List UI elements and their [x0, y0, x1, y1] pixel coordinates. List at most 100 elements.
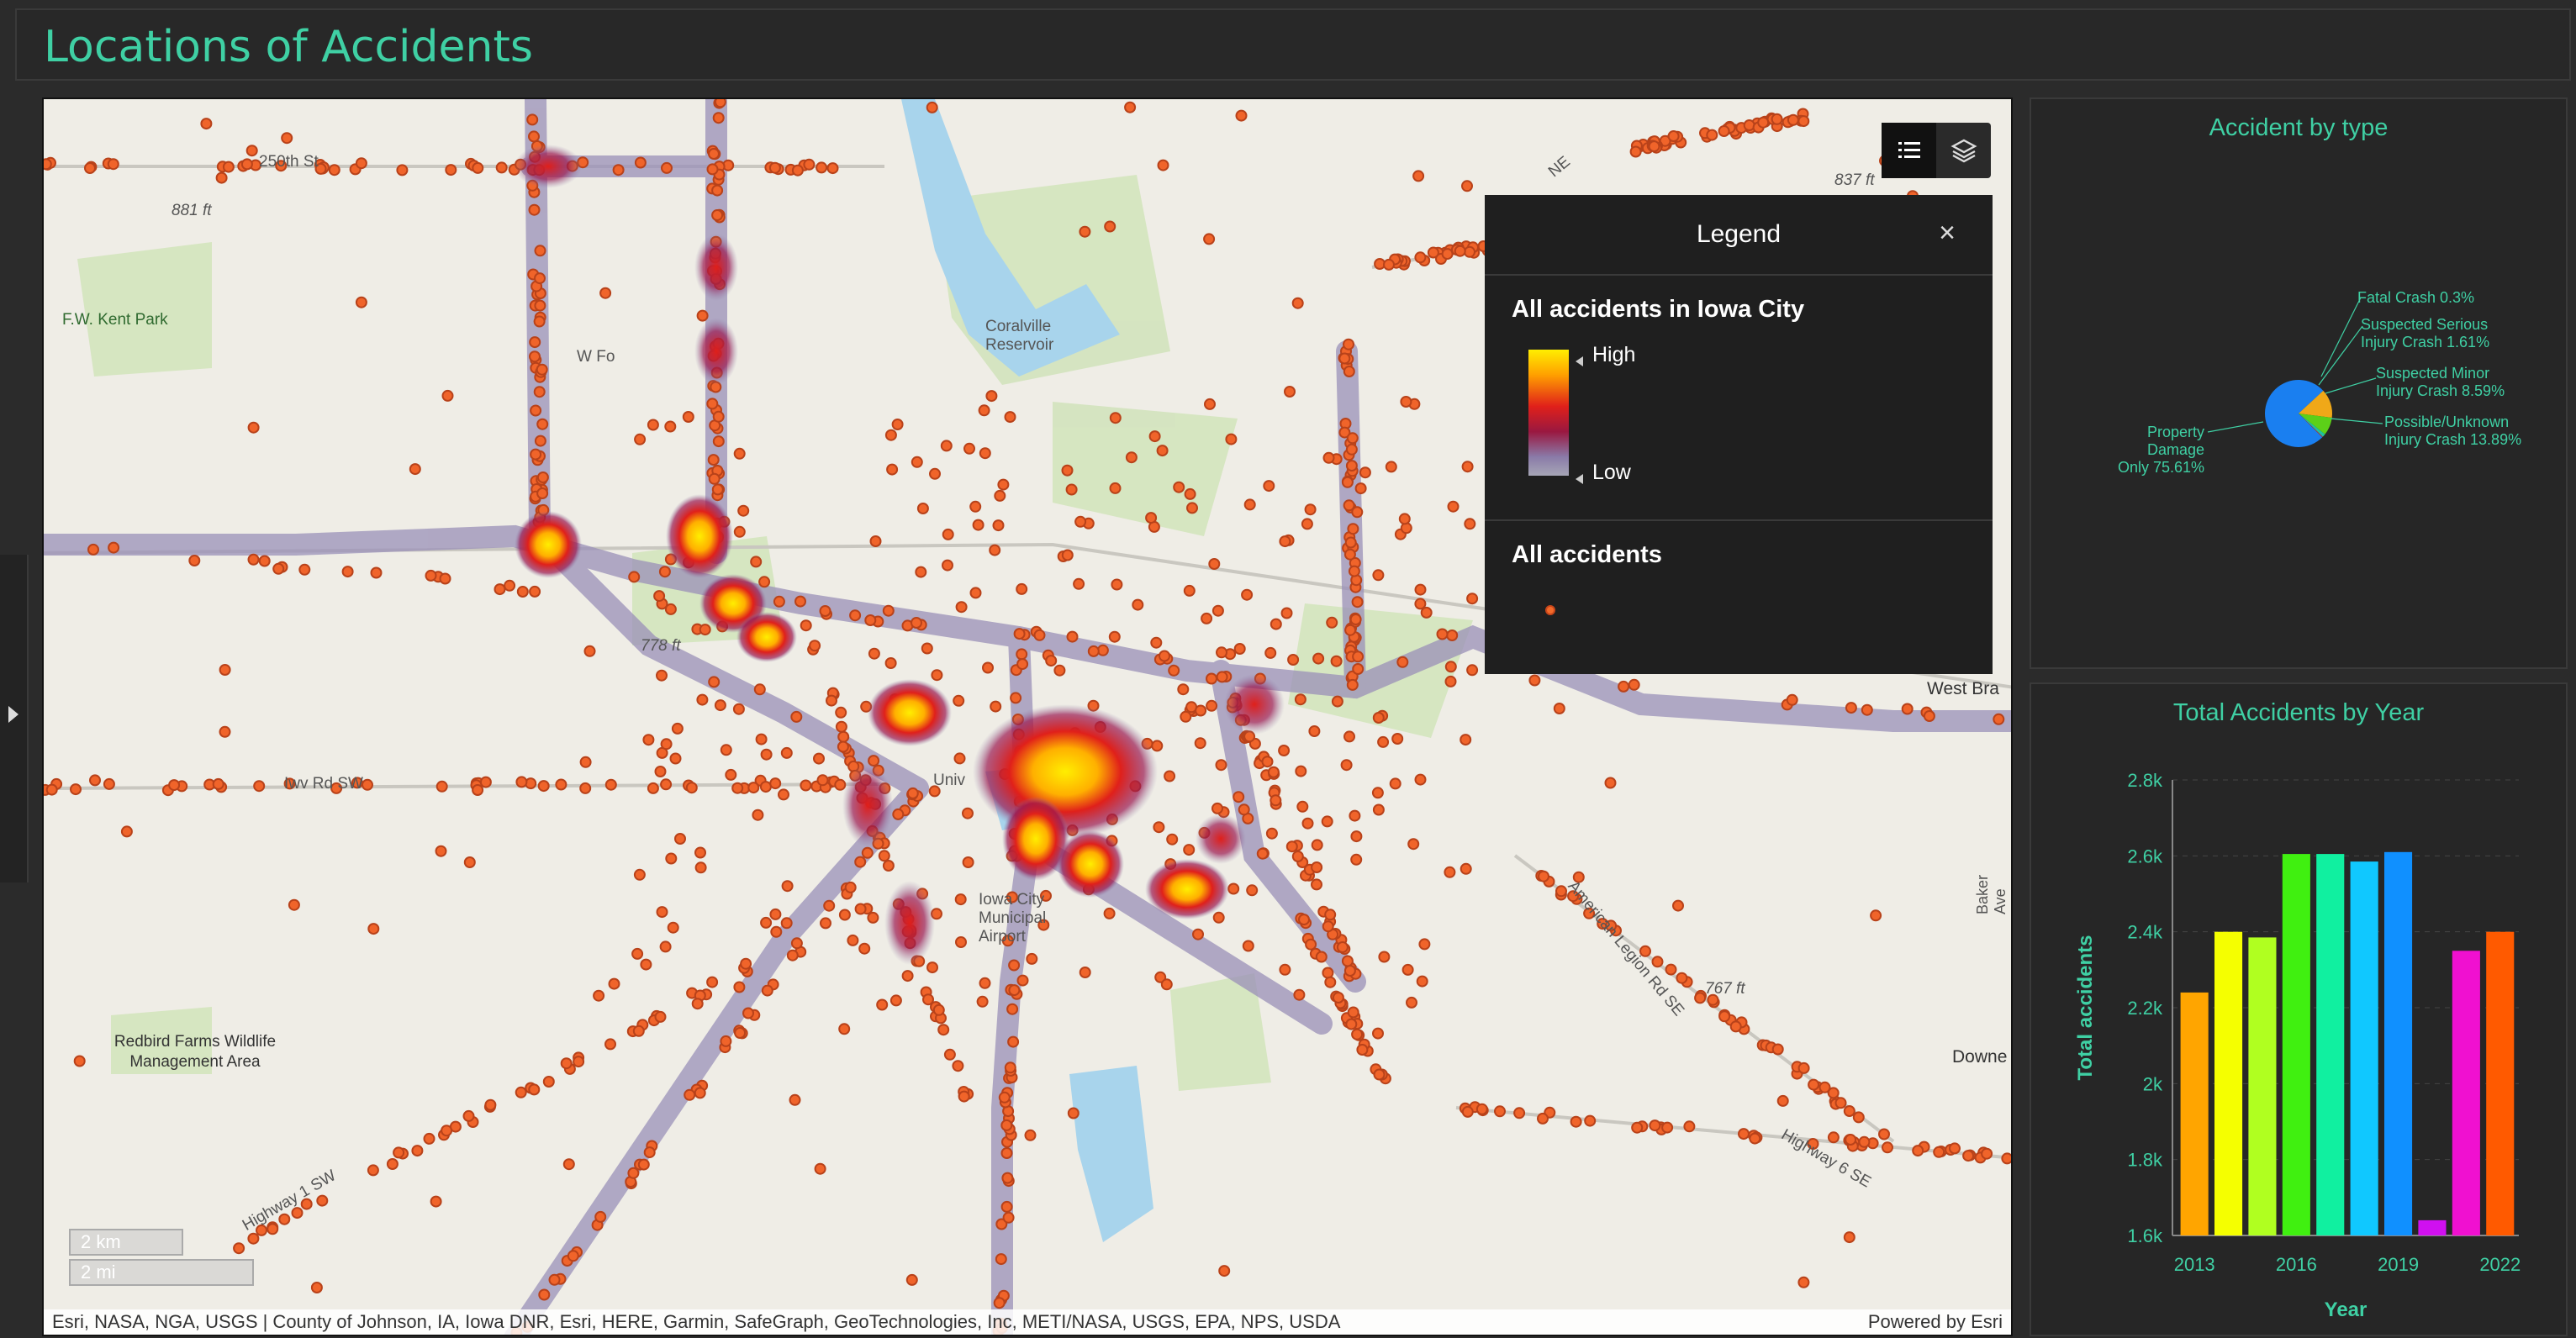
accident-point: [992, 519, 1005, 532]
accident-point: [355, 157, 367, 170]
accident-point: [516, 586, 529, 598]
pie-leader-line: [2325, 377, 2377, 394]
powered-by-link[interactable]: Powered by Esri: [1868, 1309, 2003, 1335]
accident-point: [826, 162, 839, 175]
accident-point: [1378, 951, 1391, 963]
accident-point: [835, 720, 847, 733]
accident-point: [954, 893, 967, 906]
accident-point: [536, 363, 548, 376]
map-label-wildlife-area: Redbird Farms Wildlife Management Area: [113, 1033, 277, 1071]
accident-point: [714, 699, 726, 712]
accident-point: [1391, 733, 1404, 745]
accident-point: [800, 619, 812, 632]
ramp-pointer-icon: [1576, 356, 1583, 366]
accident-point: [1718, 125, 1730, 137]
accident-point: [1293, 988, 1306, 1001]
accident-point: [759, 781, 772, 793]
map-label-road: W Fo: [577, 348, 615, 366]
accident-point: [712, 435, 725, 448]
x-axis-label: Year: [2325, 1298, 2367, 1321]
accident-point: [1326, 616, 1338, 629]
accident-point: [608, 977, 620, 990]
accident-point: [529, 350, 541, 363]
accident-point: [1344, 624, 1357, 636]
accident-point: [267, 1223, 279, 1235]
accident-point: [530, 448, 542, 461]
accident-point: [288, 898, 300, 911]
accident-point: [789, 1093, 801, 1106]
accident-point: [1528, 674, 1541, 687]
accident-point: [1346, 678, 1359, 691]
map-label-road: Iwv Rd SW: [284, 775, 363, 793]
accident-point: [1008, 959, 1021, 972]
accident-point: [1407, 838, 1420, 851]
point-symbol-icon: [1545, 605, 1555, 615]
accident-point: [1827, 1131, 1840, 1144]
accident-point: [823, 899, 836, 912]
accident-point: [1340, 759, 1353, 772]
accident-point: [714, 99, 726, 108]
scalebar: 2 km 2 mi: [69, 1229, 254, 1289]
accident-point: [750, 556, 763, 568]
accident-point: [555, 778, 567, 791]
side-panel-toggle[interactable]: [0, 555, 29, 882]
accident-point: [1416, 975, 1428, 988]
close-icon[interactable]: ×: [1939, 217, 1956, 250]
accident-point: [978, 404, 990, 417]
accident-point: [1843, 1231, 1855, 1244]
accident-point: [1819, 1081, 1831, 1093]
accident-point: [1870, 909, 1882, 922]
accident-point: [1771, 1043, 1784, 1056]
accident-point: [969, 587, 982, 599]
accident-point: [781, 880, 794, 893]
accident-point: [1797, 1061, 1810, 1074]
accident-point: [1008, 984, 1021, 997]
accident-point: [599, 287, 612, 299]
accident-point: [1787, 113, 1799, 126]
map-label-airport: Iowa City Municipal Airport: [979, 891, 1047, 946]
accident-point: [1013, 628, 1026, 640]
accident-point: [1749, 1132, 1761, 1145]
accident-point: [989, 544, 1001, 556]
map-view[interactable]: 250th St 881 ft F.W. Kent Park Coralvill…: [42, 97, 2013, 1336]
accident-point: [367, 1164, 379, 1177]
accident-point: [820, 917, 831, 930]
accident-point: [70, 783, 82, 796]
accident-point: [1466, 593, 1479, 605]
layer-list-button[interactable]: [1936, 123, 1991, 178]
legend-toggle-button[interactable]: [1882, 123, 1936, 178]
accident-point: [1218, 1265, 1231, 1277]
accident-point: [1834, 1097, 1847, 1109]
accident-point: [696, 693, 709, 706]
accident-point: [1912, 1145, 1924, 1157]
accident-point: [2001, 1152, 2011, 1165]
map-label-elevation: 778 ft: [641, 637, 681, 655]
accident-point: [1132, 598, 1144, 611]
accident-point: [1150, 636, 1163, 649]
map-attribution: Esri, NASA, NGA, USGS | County of Johnso…: [44, 1309, 2011, 1335]
accident-point: [906, 787, 919, 799]
accident-point: [1211, 604, 1224, 617]
accident-point: [1628, 678, 1640, 691]
accident-point: [696, 309, 709, 322]
accident-point: [1180, 710, 1192, 723]
ramp-pointer-icon: [1576, 474, 1583, 484]
accident-point: [1420, 606, 1433, 619]
accident-point: [1067, 1107, 1079, 1119]
accident-point: [188, 555, 201, 566]
accident-point: [1103, 907, 1116, 919]
accident-point: [528, 130, 540, 143]
accident-point: [707, 454, 720, 466]
accident-point: [892, 808, 905, 820]
accident-point: [1024, 1129, 1037, 1141]
accident-point: [876, 998, 889, 1011]
accident-point: [1348, 565, 1360, 577]
accident-point: [905, 1273, 918, 1286]
accident-point: [844, 881, 857, 893]
accident-point: [780, 917, 793, 930]
accident-point: [819, 605, 831, 617]
accident-point: [733, 525, 746, 538]
accident-point: [1414, 598, 1427, 610]
accident-point: [889, 994, 902, 1007]
accident-point: [1000, 1147, 1013, 1159]
